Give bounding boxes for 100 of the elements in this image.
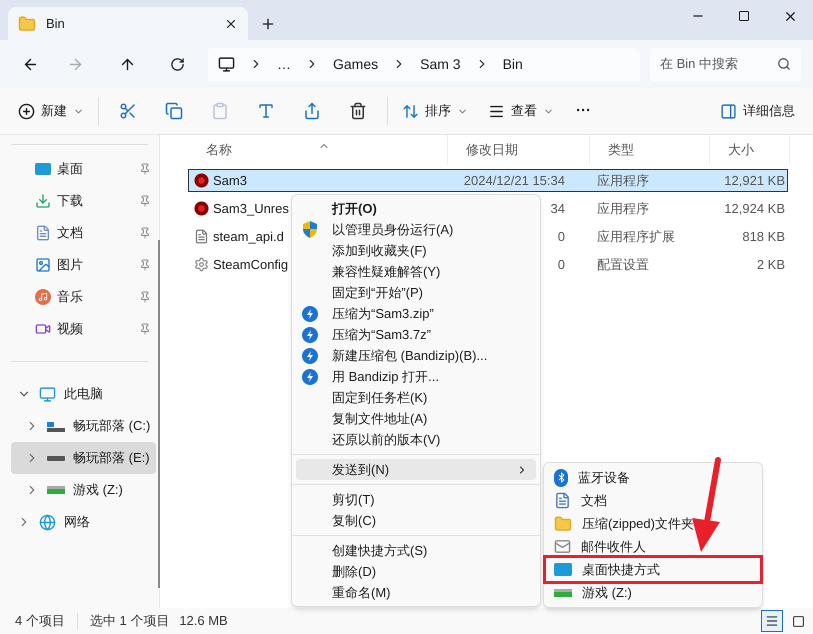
mail-icon (554, 538, 571, 555)
pin-icon (139, 323, 151, 335)
menu-item[interactable]: 新建压缩包 (Bandizip)(B)... (296, 345, 536, 366)
search-box[interactable]: 在 Bin 中搜索 (650, 48, 801, 80)
menu-item[interactable]: 固定到“开始”(P) (296, 282, 536, 303)
desktop-icon (554, 563, 572, 576)
file-name: Sam3 (213, 172, 247, 190)
menu-item[interactable]: 桌面快捷方式 (546, 558, 760, 581)
monitor-icon (39, 386, 56, 402)
menu-item[interactable]: 创建快捷方式(S) (296, 540, 536, 561)
details-button[interactable]: 详细信息 (712, 95, 803, 127)
selection-count: 选中 1 个项目 (90, 612, 170, 630)
search-field[interactable]: 在 Bin 中搜索 (660, 54, 777, 74)
nav-item[interactable]: 畅玩部落 (E:) (11, 442, 156, 474)
menu-item[interactable]: 压缩为“Sam3.7z” (296, 324, 536, 345)
type-cell: 配置设置 (597, 256, 649, 272)
menu-item[interactable]: 游戏 (Z:) (548, 581, 758, 604)
type-cell: 应用程序 (597, 200, 649, 216)
search-icon (777, 57, 791, 71)
date-cell: 0 (558, 256, 565, 272)
new-button[interactable]: 新建 (10, 95, 92, 127)
menu-item[interactable]: 邮件收件人 (548, 535, 758, 558)
menu-item[interactable]: 打开(O) (296, 198, 536, 219)
quick-access-item[interactable]: 音乐 (0, 281, 159, 313)
column-header[interactable]: 修改日期 (448, 135, 590, 165)
size-cell: 2 KB (756, 256, 785, 272)
desktop-icon (35, 163, 51, 175)
size-cell: 818 KB (742, 228, 785, 244)
menu-item[interactable]: 发送到(N) (296, 459, 536, 480)
shield-icon (302, 221, 318, 238)
clipboard-icon (211, 102, 229, 120)
maximize-icon (738, 10, 750, 22)
size-cell: 12,921 KB (724, 172, 785, 188)
settings-file-icon (194, 257, 209, 272)
column-header[interactable]: 类型 (590, 135, 710, 165)
picture-icon (35, 257, 51, 273)
sort-button[interactable]: 排序 (394, 95, 476, 127)
menu-item[interactable]: 重命名(M) (296, 582, 536, 603)
size-cell: 12,924 KB (724, 200, 785, 216)
breadcrumb[interactable]: Games (333, 54, 378, 74)
quick-access-item[interactable]: 桌面 (0, 153, 159, 185)
file-row[interactable]: Sam3 2024/12/21 15:34 应用程序 12,921 KB (188, 169, 788, 192)
plus-circle-icon (18, 102, 35, 120)
drive-icon (554, 588, 572, 596)
menu-item[interactable]: 压缩(zipped)文件夹 (548, 512, 758, 535)
date-cell: 2024/12/21 15:34 (464, 172, 565, 188)
nav-item[interactable]: 畅玩部落 (C:) (11, 410, 156, 442)
menu-item[interactable]: 复制文件地址(A) (296, 408, 536, 429)
quick-access-item[interactable]: 下载 (0, 185, 159, 217)
menu-item[interactable]: 蓝牙设备 (548, 466, 758, 489)
date-cell: 0 (558, 228, 565, 244)
more-button[interactable]: ··· (566, 95, 601, 127)
item-count: 4 个项目 (15, 612, 65, 630)
scissors-icon (119, 102, 137, 120)
menu-item[interactable]: 压缩为“Sam3.zip” (296, 303, 536, 324)
menu-item[interactable]: 兼容性疑难解答(Y) (296, 261, 536, 282)
nav-item[interactable]: 游戏 (Z:) (11, 474, 156, 506)
view-button[interactable]: 查看 (476, 95, 566, 127)
sort-icon (402, 102, 419, 120)
breadcrumb[interactable]: Bin (502, 54, 523, 74)
file-name: steam_api.d (213, 228, 284, 246)
list-icon (765, 614, 779, 628)
quick-access-item[interactable]: 图片 (0, 249, 159, 281)
menu-item[interactable]: 还原以前的版本(V) (296, 429, 536, 450)
details-view-button[interactable] (761, 610, 783, 632)
lightning-icon (302, 306, 318, 322)
tab-title: Bin (46, 14, 66, 33)
file-name: SteamConfig (213, 256, 288, 274)
menu-item[interactable]: 固定到任务栏(K) (296, 387, 536, 408)
breadcrumb[interactable]: Sam 3 (420, 54, 461, 74)
menu-item[interactable]: 剪切(T) (296, 489, 536, 510)
menu-item[interactable]: 文档 (548, 489, 758, 512)
nav-item[interactable]: 网络 (3, 506, 156, 538)
lightning-icon (302, 348, 318, 364)
date-cell: 34 (550, 200, 565, 216)
copy-icon (165, 102, 183, 120)
drive-icon (47, 456, 65, 460)
drive-icon (47, 486, 65, 494)
menu-item[interactable]: 复制(C) (296, 510, 536, 531)
quick-access-item[interactable]: 文档 (0, 217, 159, 249)
lightning-icon (302, 326, 318, 342)
nav-item[interactable]: 此电脑 (3, 378, 156, 410)
menu-item[interactable]: 以管理员身份运行(A) (296, 219, 536, 240)
menu-item[interactable]: 删除(D) (296, 561, 536, 582)
folder-icon (18, 14, 36, 32)
tab[interactable]: Bin (8, 7, 248, 40)
monitor-icon (218, 56, 235, 72)
column-header[interactable]: 大小 (710, 135, 790, 165)
menu-item[interactable]: 添加到收藏夹(F) (296, 240, 536, 261)
menu-item[interactable]: 用 Bandizip 打开... (296, 366, 536, 387)
app-icon (194, 173, 209, 188)
pin-icon (139, 195, 151, 207)
address-bar[interactable]: … Games Sam 3 Bin (208, 48, 640, 80)
pin-icon (139, 163, 151, 175)
column-header[interactable]: 名称 (188, 135, 448, 165)
quick-access-item[interactable]: 视频 (0, 313, 159, 345)
breadcrumb[interactable]: … (277, 54, 291, 74)
type-cell: 应用程序扩展 (597, 228, 675, 244)
refresh-icon (170, 56, 184, 72)
drive-icon (47, 420, 65, 432)
